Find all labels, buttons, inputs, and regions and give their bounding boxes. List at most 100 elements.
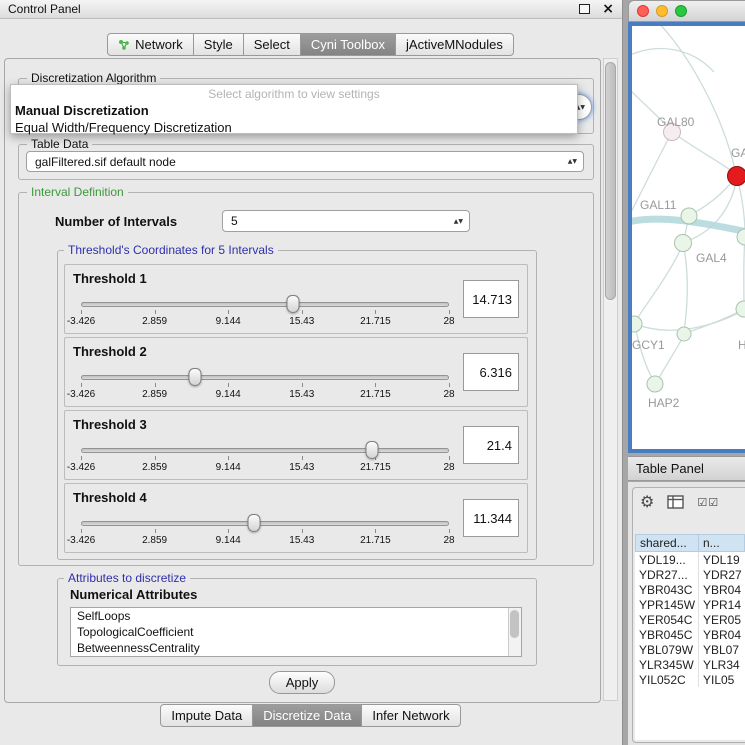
threshold-2-slider-thumb[interactable]	[189, 368, 202, 386]
cell-shared-name[interactable]: YLR345W	[635, 657, 699, 672]
close-icon[interactable]: ×	[602, 4, 614, 14]
table-row[interactable]: YIL052CYIL05	[635, 672, 745, 687]
number-of-intervals-combobox[interactable]: 5 ▲▼	[222, 210, 470, 232]
apply-button[interactable]: Apply	[269, 671, 335, 694]
tab-style[interactable]: Style	[193, 33, 244, 56]
threshold-2-value-field[interactable]: 6.316	[463, 353, 519, 391]
threshold-4-slider-thumb[interactable]	[247, 514, 260, 532]
network-canvas[interactable]: GAL80 GA GAL11 GAL4 GCY1 H HAP2	[632, 26, 745, 449]
table-row[interactable]: YLR345WYLR34	[635, 657, 745, 672]
graph-node[interactable]	[647, 376, 663, 392]
table-row[interactable]: YBR043CYBR04	[635, 582, 745, 597]
cell-shared-name[interactable]: YER054C	[635, 612, 699, 627]
threshold-4-slider[interactable]: -3.426 2.859 9.144 15.43 21.715 28	[81, 512, 449, 550]
tab-infer-network[interactable]: Infer Network	[361, 704, 460, 727]
cell-shared-name[interactable]: YBR045C	[635, 627, 699, 642]
graph-node[interactable]	[681, 208, 697, 224]
graph-node[interactable]	[677, 327, 691, 341]
threshold-4-value-field[interactable]: 11.344	[463, 499, 519, 537]
list-item[interactable]: BetweennessCentrality	[71, 640, 521, 656]
network-window-titlebar[interactable]	[628, 0, 745, 22]
column-header-name[interactable]: n...	[699, 534, 745, 552]
cell-shared-name[interactable]: YBL079W	[635, 642, 699, 657]
cell-name[interactable]: YBR04	[699, 582, 745, 597]
list-item[interactable]: TopologicalCoefficient	[71, 624, 521, 640]
tab-discretize-data-label: Discretize Data	[263, 708, 351, 723]
number-of-intervals-value: 5	[231, 214, 238, 228]
cell-shared-name[interactable]: YIL052C	[635, 672, 699, 687]
network-selection-frame: GAL80 GA GAL11 GAL4 GCY1 H HAP2	[628, 22, 745, 453]
column-header-shared-name[interactable]: shared...	[635, 534, 699, 552]
table-data-combobox[interactable]: galFiltered.sif default node ▲▼	[26, 151, 584, 172]
graph-node-selected-red[interactable]	[728, 167, 745, 186]
threshold-1-slider[interactable]: -3.426 2.859 9.144 15.43 21.715 28	[81, 293, 449, 331]
table-row[interactable]: YBR045CYBR04	[635, 627, 745, 642]
cell-shared-name[interactable]: YDL19...	[635, 552, 699, 567]
tick-label: -3.426	[67, 462, 95, 473]
tab-select-label: Select	[254, 37, 290, 52]
cell-name[interactable]: YBL07	[699, 642, 745, 657]
tab-network[interactable]: Network	[107, 33, 194, 56]
cell-shared-name[interactable]: YPR145W	[635, 597, 699, 612]
tab-impute-data[interactable]: Impute Data	[160, 704, 253, 727]
list-item[interactable]: SelfLoops	[71, 608, 521, 624]
cell-name[interactable]: YER05	[699, 612, 745, 627]
table-row[interactable]: YER054CYER05	[635, 612, 745, 627]
table-row[interactable]: YPR145WYPR14	[635, 597, 745, 612]
tick-label: 21.715	[360, 462, 391, 473]
numerical-attributes-list[interactable]: SelfLoops TopologicalCoefficient Between…	[70, 607, 522, 657]
close-traffic-light-icon[interactable]	[637, 5, 649, 17]
tick-label: -3.426	[67, 535, 95, 546]
tick-label: 2.859	[142, 316, 167, 327]
threshold-4-panel: Threshold 4 -3.426 2.859 9.144 15.43 21.…	[64, 483, 528, 553]
columns-icon[interactable]	[667, 495, 684, 509]
network-view-window: GAL80 GA GAL11 GAL4 GCY1 H HAP2	[628, 0, 745, 453]
table-row[interactable]: YDL19...YDL19	[635, 552, 745, 567]
algorithm-placeholder-option[interactable]: Select algorithm to view settings	[11, 85, 577, 102]
threshold-3-value-field[interactable]: 21.4	[463, 426, 519, 464]
tab-discretize-data[interactable]: Discretize Data	[252, 704, 362, 727]
threshold-1-value-field[interactable]: 14.713	[463, 280, 519, 318]
table-row[interactable]: YDR27...YDR27	[635, 567, 745, 582]
gear-icon[interactable]: ⚙	[640, 494, 654, 510]
control-panel-scrollbar[interactable]	[603, 58, 618, 701]
control-panel-title: Control Panel	[8, 2, 81, 16]
network-graph: GAL80 GA GAL11 GAL4 GCY1 H HAP2	[632, 26, 745, 449]
graph-node[interactable]	[675, 235, 692, 252]
cell-name[interactable]: YDR27	[699, 567, 745, 582]
threshold-2-slider[interactable]: -3.426 2.859 9.144 15.43 21.715 28	[81, 366, 449, 404]
float-window-icon[interactable]	[579, 4, 590, 14]
table-row[interactable]: YBL079WYBL07	[635, 642, 745, 657]
graph-node[interactable]	[632, 316, 642, 332]
threshold-3-slider[interactable]: -3.426 2.859 9.144 15.43 21.715 28	[81, 439, 449, 477]
tab-select[interactable]: Select	[243, 33, 301, 56]
cell-shared-name[interactable]: YDR27...	[635, 567, 699, 582]
cell-shared-name[interactable]: YBR043C	[635, 582, 699, 597]
attributes-list-scrollbar[interactable]	[508, 608, 521, 656]
tab-infer-network-label: Infer Network	[372, 708, 449, 723]
minimize-traffic-light-icon[interactable]	[656, 5, 668, 17]
checkbox-filter-icons[interactable]: ☑☑	[697, 496, 719, 509]
option-manual-discretization[interactable]: Manual Discretization	[11, 102, 577, 119]
node-label-gcy1: GCY1	[632, 338, 665, 352]
threshold-3-slider-thumb[interactable]	[365, 441, 378, 459]
table-panel-inner: ⚙ ☑☑ shared... n... YDL19...YDL19 YDR27.…	[632, 487, 745, 743]
threshold-3-label: Threshold 3	[73, 417, 147, 432]
top-tab-bar: Network Style Select Cyni Toolbox jActiv…	[0, 33, 622, 56]
cell-name[interactable]: YDL19	[699, 552, 745, 567]
tick-label: -3.426	[67, 316, 95, 327]
cell-name[interactable]: YBR04	[699, 627, 745, 642]
option-equal-width-frequency[interactable]: Equal Width/Frequency Discretization	[11, 119, 577, 136]
zoom-traffic-light-icon[interactable]	[675, 5, 687, 17]
cell-name[interactable]: YPR14	[699, 597, 745, 612]
tab-jactivemnodules[interactable]: jActiveMNodules	[395, 33, 514, 56]
graph-node[interactable]	[736, 301, 745, 317]
cell-name[interactable]: YLR34	[699, 657, 745, 672]
tab-cyni-toolbox[interactable]: Cyni Toolbox	[300, 33, 396, 56]
scrollbar-thumb[interactable]	[605, 62, 616, 300]
cell-name[interactable]: YIL05	[699, 672, 745, 687]
thresholds-group: Threshold's Coordinates for 5 Intervals …	[57, 250, 537, 560]
table-header-row: shared... n...	[635, 534, 745, 552]
scrollbar-thumb[interactable]	[510, 610, 519, 638]
threshold-1-slider-thumb[interactable]	[287, 295, 300, 313]
